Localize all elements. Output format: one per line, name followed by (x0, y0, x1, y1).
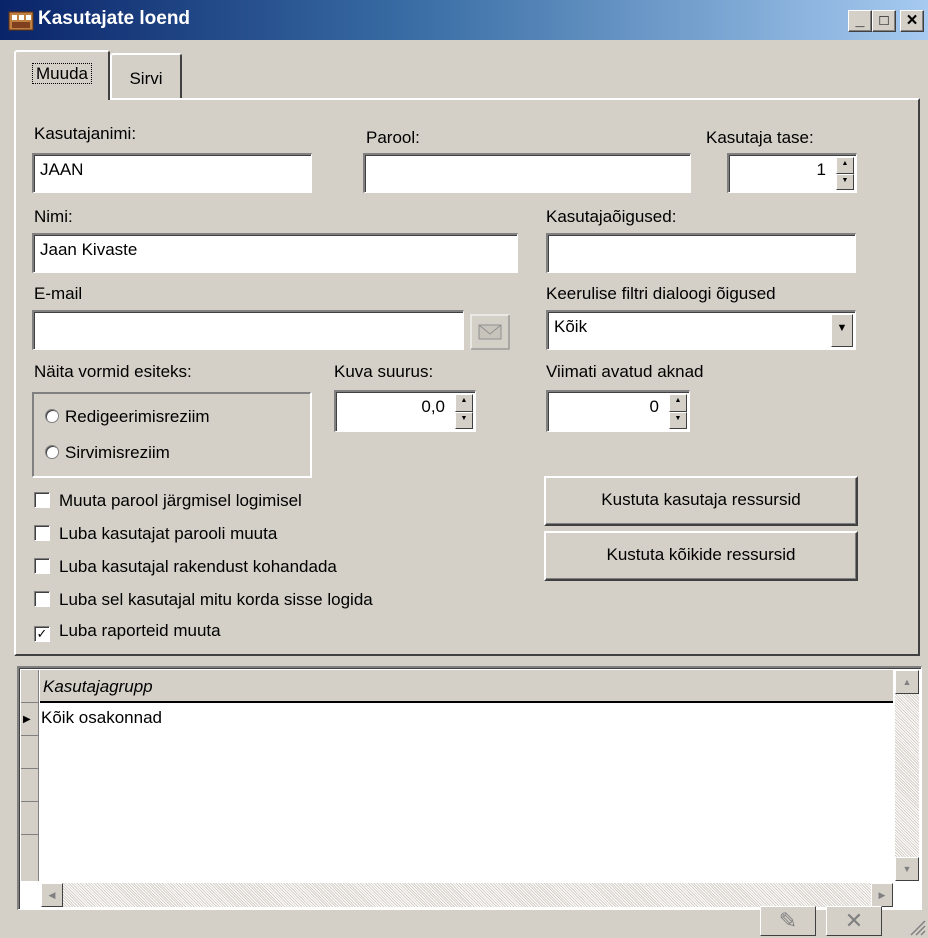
resize-grip-icon[interactable] (906, 916, 926, 936)
scale-label: Kuva suurus: (334, 362, 434, 381)
cancel-icon[interactable]: ✕ (826, 906, 882, 936)
spin-down-icon[interactable]: ▼ (836, 173, 854, 190)
tab-sirvi-label: Sirvi (129, 69, 163, 88)
tab-sirvi[interactable]: Sirvi (110, 53, 182, 100)
radio-browse-label: Sirvimisreziim (65, 443, 170, 462)
checkbox-change-password[interactable]: Muuta parool järgmisel logimisel (34, 491, 302, 511)
scroll-down-icon[interactable]: ▼ (895, 857, 919, 881)
delete-user-resources-button[interactable]: Kustuta kasutaja ressursid (544, 476, 858, 526)
checkbox-icon[interactable] (34, 525, 50, 541)
window-title: Kasutajate loend (38, 8, 191, 29)
chevron-down-icon[interactable]: ▼ (831, 314, 853, 347)
app-icon (8, 11, 34, 31)
spin-up-icon[interactable]: ▲ (669, 394, 687, 412)
table-row[interactable]: Kõik osakonnad (41, 708, 162, 728)
post-icon[interactable]: ✎ (760, 906, 816, 936)
current-row-icon: ▶ (23, 714, 31, 725)
user-rights-label: Kasutajaõigused: (546, 207, 677, 226)
checkbox-label: Luba raporteid muuta (59, 621, 221, 640)
tab-muuda-label: Muuda (32, 63, 92, 84)
scroll-up-icon[interactable]: ▲ (895, 670, 919, 694)
envelope-icon[interactable] (470, 314, 510, 350)
user-level-spinner[interactable]: 1 ▲ ▼ (727, 153, 857, 193)
scale-spinner[interactable]: 0,0 ▲ ▼ (334, 390, 476, 432)
email-label: E-mail (34, 284, 83, 303)
scroll-left-icon[interactable]: ◀ (41, 883, 63, 907)
checkbox-label: Muuta parool järgmisel logimisel (59, 491, 302, 510)
column-header[interactable]: Kasutajagrupp (40, 670, 893, 703)
checkbox-icon[interactable] (34, 492, 50, 508)
checkbox-icon[interactable] (34, 591, 50, 607)
recent-windows-label: Viimati avatud aknad (546, 362, 704, 381)
close-button[interactable]: × (900, 10, 924, 32)
checkbox-label: Luba sel kasutajal mitu korda sisse logi… (59, 590, 373, 609)
recent-windows-value: 0 (649, 397, 659, 416)
username-input[interactable]: JAAN (32, 153, 312, 193)
user-group-grid[interactable]: Kasutajagrupp ▶ Kõik osakonnad ▲ ▼ ◀ ▶ (17, 666, 922, 910)
password-label: Parool: (366, 128, 420, 147)
row-indicator-column (21, 670, 39, 881)
spin-up-icon[interactable]: ▲ (455, 394, 473, 412)
checkbox-label: Luba kasutajal rakendust kohandada (59, 557, 337, 576)
scroll-right-icon[interactable]: ▶ (871, 883, 893, 907)
vertical-scrollbar[interactable]: ▲ ▼ (895, 670, 919, 881)
horizontal-scrollbar[interactable]: ◀ ▶ (41, 883, 893, 907)
checkbox-allow-customize[interactable]: Luba kasutajal rakendust kohandada (34, 557, 337, 577)
radio-icon[interactable] (45, 409, 59, 423)
radio-edit-mode[interactable]: Redigeerimisreziim (45, 407, 210, 427)
checkbox-allow-password-change[interactable]: Luba kasutajat parooli muuta (34, 524, 277, 544)
checkbox-label: Luba kasutajat parooli muuta (59, 524, 278, 543)
radio-edit-label: Redigeerimisreziim (65, 407, 210, 426)
recent-windows-spinner[interactable]: 0 ▲ ▼ (546, 390, 690, 432)
radio-icon[interactable] (45, 445, 59, 459)
filter-rights-select[interactable]: Kõik ▼ (546, 310, 856, 350)
checkbox-icon[interactable] (34, 558, 50, 574)
spin-down-icon[interactable]: ▼ (455, 411, 473, 429)
show-forms-label: Näita vormid esiteks: (34, 362, 192, 381)
password-input[interactable] (363, 153, 691, 193)
maximize-button[interactable]: □ (872, 10, 896, 32)
show-forms-groupbox: Redigeerimisreziim Sirvimisreziim (32, 392, 312, 478)
username-label: Kasutajanimi: (34, 124, 137, 143)
user-rights-input[interactable] (546, 233, 856, 273)
name-input[interactable]: Jaan Kivaste (32, 233, 518, 273)
checkbox-allow-multi-login[interactable]: Luba sel kasutajal mitu korda sisse logi… (34, 590, 373, 610)
user-level-value: 1 (816, 160, 826, 179)
filter-rights-label: Keerulise filtri dialoogi õigused (546, 284, 776, 303)
spin-up-icon[interactable]: ▲ (836, 157, 854, 174)
checkmark-icon[interactable]: ✓ (34, 626, 50, 642)
checkbox-allow-reports[interactable]: ✓ Luba raporteid muuta (34, 621, 221, 642)
spin-down-icon[interactable]: ▼ (669, 411, 687, 429)
tab-muuda[interactable]: Muuda (14, 50, 110, 100)
name-label: Nimi: (34, 207, 73, 226)
minimize-button[interactable]: _ (848, 10, 872, 32)
filter-rights-value: Kõik (554, 317, 588, 336)
delete-all-resources-button[interactable]: Kustuta kõikide ressursid (544, 531, 858, 581)
radio-browse-mode[interactable]: Sirvimisreziim (45, 443, 170, 463)
scale-value: 0,0 (421, 397, 445, 416)
email-input[interactable] (32, 310, 464, 350)
user-level-label: Kasutaja tase: (706, 128, 814, 147)
